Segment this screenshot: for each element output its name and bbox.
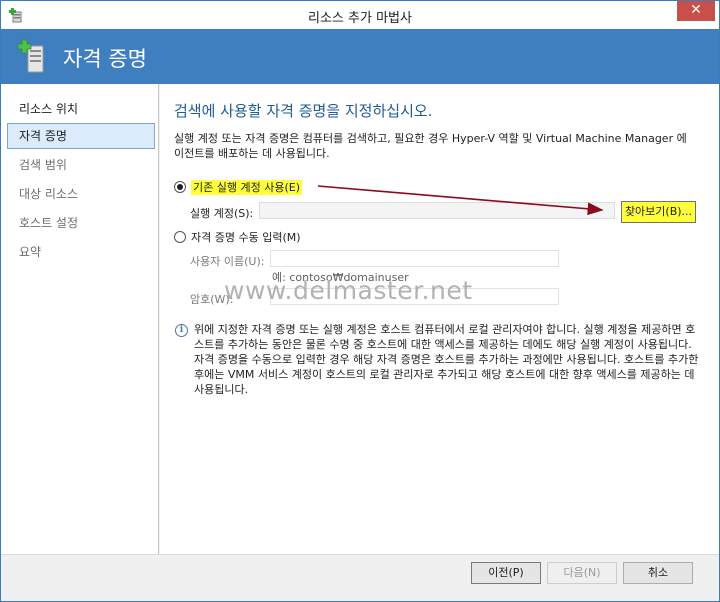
content-description: 실행 계정 또는 자격 증명은 컴퓨터를 검색하고, 필요한 경우 Hyper-…	[174, 132, 687, 160]
info-text: 위에 지정한 자격 증명 또는 실행 계정은 호스트 컴퓨터에서 로컬 관리자여…	[194, 323, 699, 396]
option-existing-runas[interactable]: 기존 실행 계정 사용(E)	[174, 180, 302, 196]
page-title: 자격 증명	[63, 47, 147, 71]
runas-label: 실행 계정(S):	[190, 207, 254, 220]
nav-item-host-settings[interactable]: 호스트 설정	[7, 210, 155, 236]
content-pane: 검색에 사용할 자격 증명을 지정하십시오. 실행 계정 또는 자격 증명은 컴…	[160, 84, 719, 554]
info-icon: i	[175, 324, 188, 337]
window-title: 리소스 추가 마법사	[308, 11, 412, 26]
radio-manual-credentials[interactable]	[174, 231, 186, 243]
title-bar: 리소스 추가 마법사 ✕	[1, 1, 719, 29]
server-add-icon	[17, 39, 44, 73]
previous-button[interactable]: 이전(P)	[471, 562, 541, 584]
option-existing-runas-label: 기존 실행 계정 사용(E)	[191, 180, 302, 195]
nav-item-resource-location[interactable]: 리소스 위치	[7, 96, 155, 122]
next-button[interactable]: 다음(N)	[547, 562, 617, 584]
cancel-button[interactable]: 취소	[623, 562, 693, 584]
browse-button[interactable]: 찾아보기(B)...	[621, 201, 696, 223]
page-banner: 자격 증명	[1, 29, 719, 84]
nav-item-discovery-scope[interactable]: 검색 범위	[7, 152, 155, 178]
runas-field[interactable]	[259, 202, 615, 219]
content-heading: 검색에 사용할 자격 증명을 지정하십시오.	[174, 102, 433, 120]
close-button[interactable]: ✕	[677, 1, 715, 21]
nav-item-credentials[interactable]: 자격 증명	[7, 123, 155, 149]
option-manual-credentials[interactable]: 자격 증명 수동 입력(M)	[174, 230, 301, 246]
watermark-text: www.delmaster.net	[224, 276, 473, 305]
option-manual-credentials-label: 자격 증명 수동 입력(M)	[191, 231, 301, 244]
username-label: 사용자 이름(U):	[190, 255, 265, 268]
wizard-nav: 리소스 위치 자격 증명 검색 범위 대상 리소스 호스트 설정 요약	[1, 84, 159, 554]
username-field[interactable]	[270, 250, 559, 267]
radio-existing-runas[interactable]	[174, 181, 186, 193]
nav-item-target-resources[interactable]: 대상 리소스	[7, 181, 155, 207]
nav-item-summary[interactable]: 요약	[7, 239, 155, 265]
footer-bar: 이전(P) 다음(N) 취소	[1, 554, 719, 601]
wizard-window: 리소스 추가 마법사 ✕ 자격 증명 리소스 위치 자격 증명 검색 범위 대상…	[0, 0, 720, 602]
